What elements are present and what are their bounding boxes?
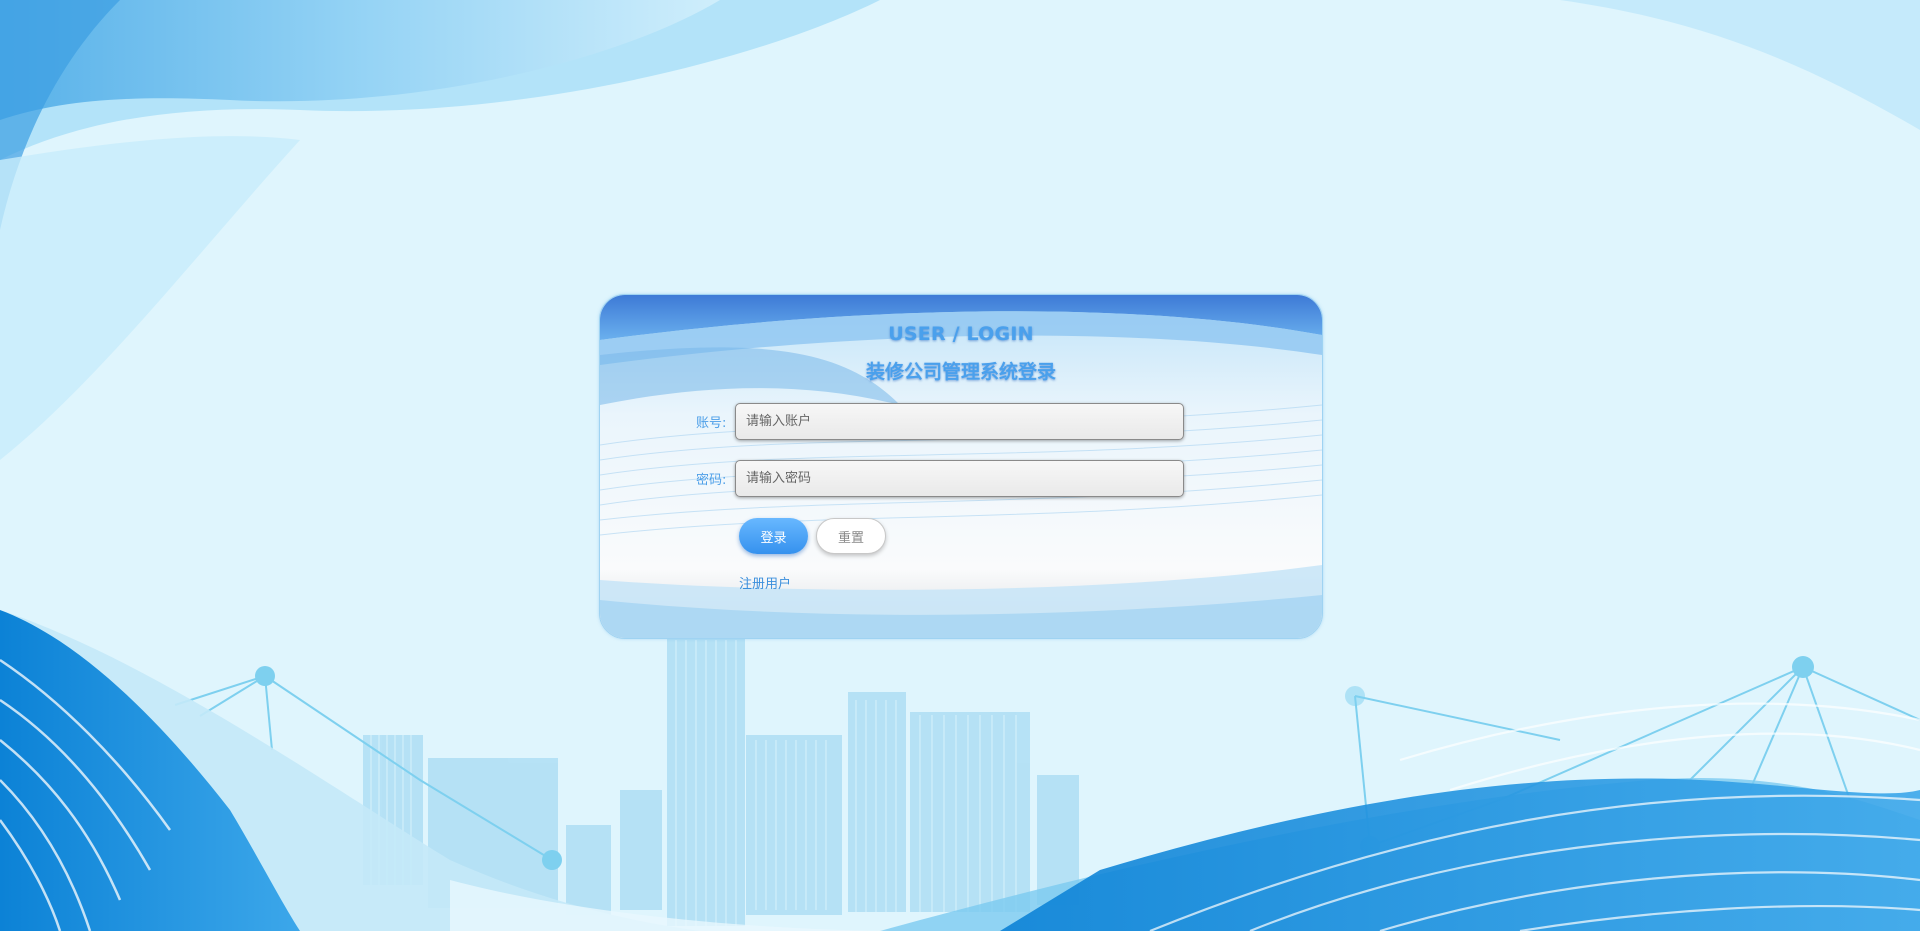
login-button[interactable]: 登录 — [739, 518, 808, 554]
account-input[interactable] — [735, 403, 1184, 440]
login-title-en: USER / LOGIN — [888, 323, 1034, 345]
reset-button[interactable]: 重置 — [816, 518, 886, 554]
password-label: 密码: — [696, 473, 727, 488]
password-input[interactable] — [735, 460, 1184, 497]
register-link[interactable]: 注册用户 — [739, 573, 791, 592]
login-title-cn: 装修公司管理系统登录 — [865, 361, 1056, 383]
account-label: 账号: — [696, 416, 727, 431]
login-panel: USER / LOGIN 装修公司管理系统登录 账号: 密码: 登录 重置 注册… — [599, 294, 1323, 639]
